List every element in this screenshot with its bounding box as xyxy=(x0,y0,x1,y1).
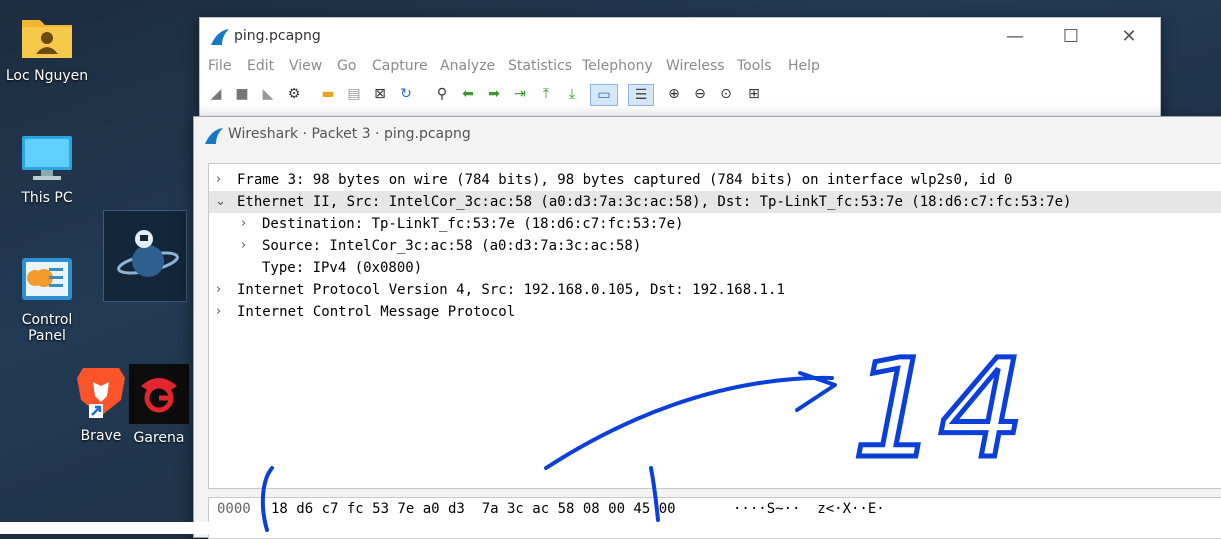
annotation-number: 14 xyxy=(852,331,1025,489)
annotation-arrow xyxy=(544,375,834,470)
annotation-bracket xyxy=(260,466,274,532)
annotation-divider xyxy=(649,466,660,522)
handwritten-annotation: 14 xyxy=(260,329,1028,532)
